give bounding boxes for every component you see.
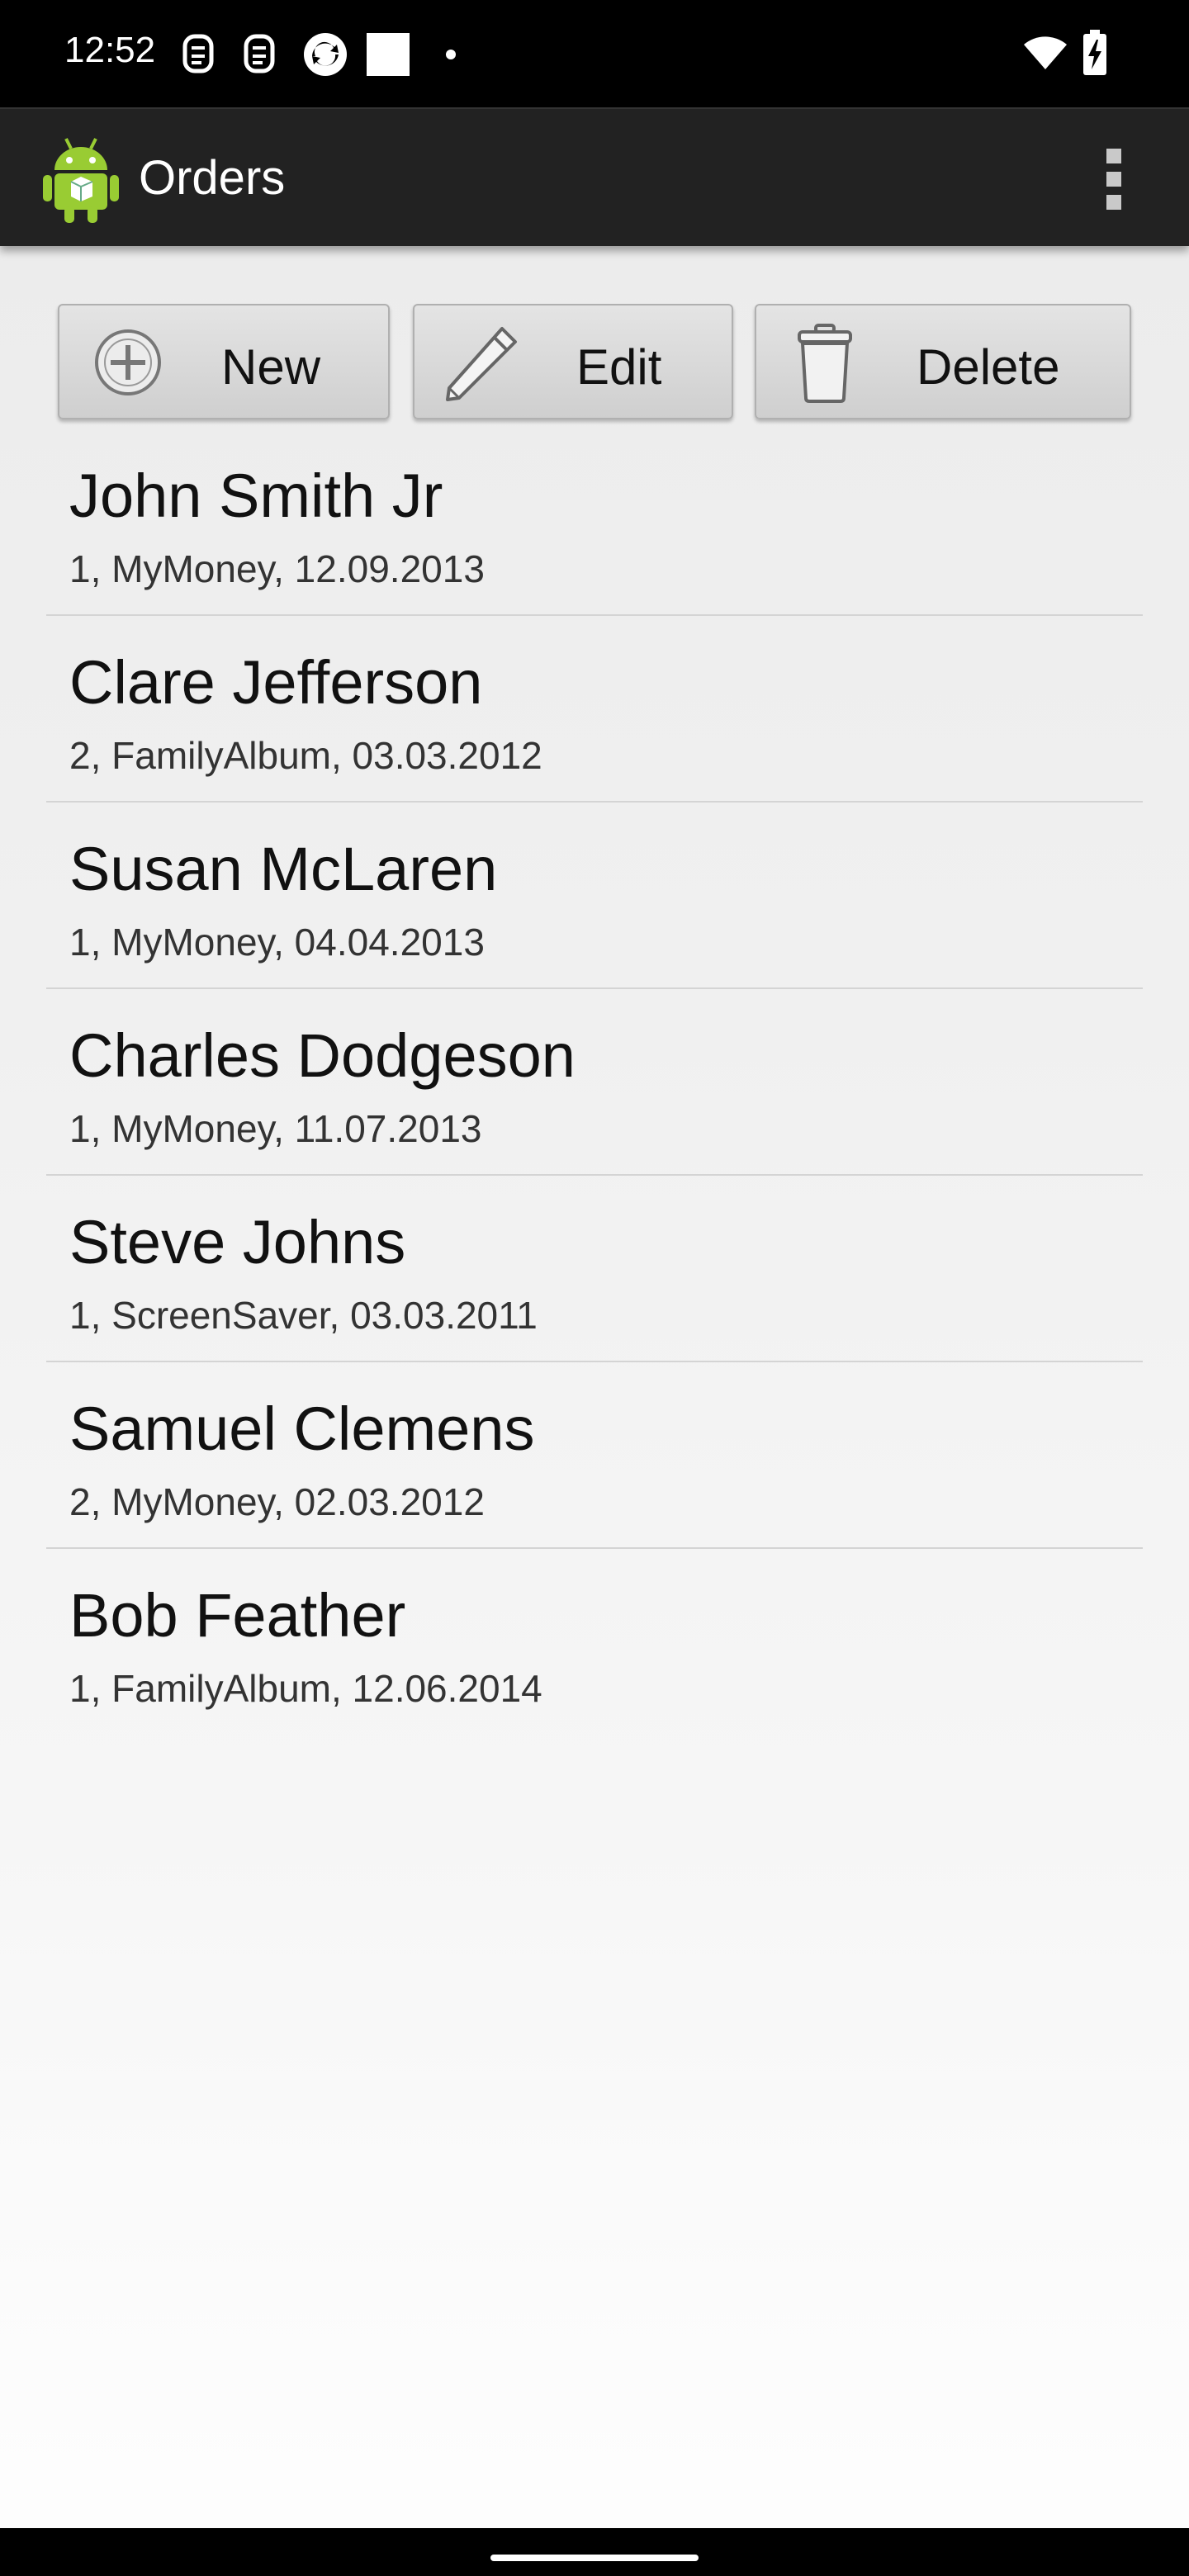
order-customer-name: Steve Johns — [69, 1208, 406, 1276]
wifi-icon — [1024, 36, 1067, 69]
new-button[interactable]: New — [58, 304, 390, 419]
list-item[interactable]: Steve Johns 1, ScreenSaver, 03.03.2011 — [46, 1176, 1143, 1362]
order-detail: 1, ScreenSaver, 03.03.2011 — [69, 1294, 538, 1337]
new-button-label: New — [221, 339, 321, 395]
list-item[interactable]: Susan McLaren 1, MyMoney, 04.04.2013 — [46, 803, 1143, 989]
edit-button-label: Edit — [576, 339, 662, 395]
order-detail: 1, MyMoney, 11.07.2013 — [69, 1107, 482, 1150]
page-title: Orders — [139, 151, 286, 205]
pencil-icon — [446, 327, 517, 401]
square-icon — [367, 33, 410, 76]
trash-icon — [798, 324, 852, 403]
order-customer-name: Susan McLaren — [69, 835, 498, 903]
android-app-icon — [43, 138, 119, 223]
status-bar: 12:52 — [0, 0, 1189, 107]
action-bar: Orders — [0, 107, 1189, 246]
order-customer-name: Bob Feather — [69, 1581, 406, 1650]
list-item[interactable]: John Smith Jr 1, MyMoney, 12.09.2013 — [46, 429, 1143, 616]
add-circle-icon — [95, 329, 161, 395]
order-customer-name: Clare Jefferson — [69, 648, 483, 717]
orders-list: John Smith Jr 1, MyMoney, 12.09.2013 Cla… — [46, 429, 1143, 1735]
delete-button[interactable]: Delete — [755, 304, 1131, 419]
notification-s-icon — [182, 34, 214, 73]
home-gesture-handle[interactable] — [490, 2555, 699, 2561]
list-item[interactable]: Bob Feather 1, FamilyAlbum, 12.06.2014 — [46, 1549, 1143, 1735]
order-detail: 1, FamilyAlbum, 12.06.2014 — [69, 1667, 542, 1710]
edit-button[interactable]: Edit — [413, 304, 733, 419]
order-detail: 2, FamilyAlbum, 03.03.2012 — [69, 734, 542, 777]
order-detail: 2, MyMoney, 02.03.2012 — [69, 1480, 485, 1523]
order-detail: 1, MyMoney, 12.09.2013 — [69, 547, 485, 590]
order-customer-name: Samuel Clemens — [69, 1395, 535, 1463]
status-time: 12:52 — [64, 30, 156, 70]
order-customer-name: Charles Dodgeson — [69, 1021, 576, 1090]
overflow-menu-icon[interactable] — [1088, 142, 1135, 216]
list-item[interactable]: Clare Jefferson 2, FamilyAlbum, 03.03.20… — [46, 616, 1143, 803]
list-item[interactable]: Charles Dodgeson 1, MyMoney, 11.07.2013 — [46, 989, 1143, 1176]
sync-icon — [304, 33, 347, 76]
navigation-bar — [0, 2528, 1189, 2576]
battery-charging-icon — [1083, 30, 1106, 75]
order-detail: 1, MyMoney, 04.04.2013 — [69, 921, 485, 964]
notification-s-icon — [244, 34, 275, 73]
order-customer-name: John Smith Jr — [69, 462, 443, 530]
dot-icon — [446, 50, 456, 59]
list-item[interactable]: Samuel Clemens 2, MyMoney, 02.03.2012 — [46, 1362, 1143, 1549]
delete-button-label: Delete — [917, 339, 1060, 395]
